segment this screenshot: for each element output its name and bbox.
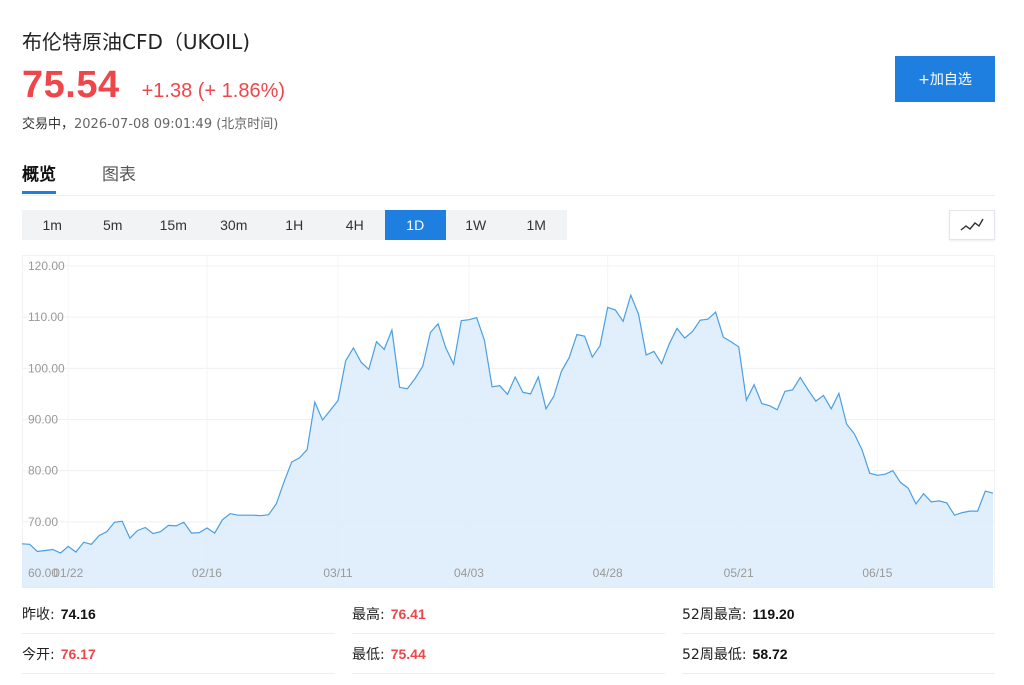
period-1h[interactable]: 1H xyxy=(264,210,325,240)
y-tick-label: 110.00 xyxy=(28,310,64,324)
stat-52w-high: 52周最高: 119.20 xyxy=(682,596,995,634)
x-tick-label: 03/11 xyxy=(323,566,352,580)
period-1w[interactable]: 1W xyxy=(446,210,507,240)
y-tick-label: 80.00 xyxy=(28,464,58,478)
x-tick-label: 04/03 xyxy=(454,566,484,580)
period-5m[interactable]: 5m xyxy=(83,210,144,240)
stat-label: 最高: xyxy=(352,607,385,623)
stat-label: 52周最低: xyxy=(682,647,747,663)
stat-value: 74.16 xyxy=(60,606,96,622)
active-tab-indicator xyxy=(22,191,56,194)
stat-label: 52周最高: xyxy=(682,607,747,623)
price-chart-svg: 60.0070.0080.0090.00100.00110.00120.0001… xyxy=(22,255,995,588)
x-tick-label: 06/15 xyxy=(862,566,892,580)
x-tick-label: 01/22 xyxy=(53,566,83,580)
period-15m[interactable]: 15m xyxy=(143,210,204,240)
period-1mo[interactable]: 1M xyxy=(506,210,567,240)
last-price: 75.54 xyxy=(22,64,120,106)
period-1m[interactable]: 1m xyxy=(22,210,83,240)
period-selector: 1m 5m 15m 30m 1H 4H 1D 1W 1M xyxy=(22,210,567,240)
line-chart-icon xyxy=(960,218,984,231)
price-chart[interactable]: 60.00 70.00 80.00 90.00 100.00 110.00 120.00 01… xyxy=(22,255,995,588)
price-row: 75.54 +1.38 (+ 1.86%) xyxy=(22,64,285,107)
stat-open: 今开: 76.17 xyxy=(22,636,335,674)
status-timestamp: 2026-07-08 09:01:49 xyxy=(74,117,213,132)
stat-value: 119.20 xyxy=(752,606,795,622)
trading-status: 交易中，2026-07-08 09:01:49 (北京时间) xyxy=(22,113,278,132)
stat-high: 最高: 76.41 xyxy=(352,596,665,634)
period-4h[interactable]: 4H xyxy=(325,210,386,240)
period-1d[interactable]: 1D xyxy=(385,210,446,240)
status-timezone: (北京时间) xyxy=(216,117,279,132)
add-watchlist-button[interactable]: +加自选 xyxy=(895,56,995,102)
y-tick-label: 70.00 xyxy=(28,515,58,529)
stat-value: 58.72 xyxy=(752,646,788,662)
period-30m[interactable]: 30m xyxy=(204,210,265,240)
tab-bar: 概览 图表 xyxy=(22,160,995,196)
y-tick-label: 90.00 xyxy=(28,413,58,427)
instrument-title: 布伦特原油CFD（UKOIL) xyxy=(22,30,251,54)
chart-type-toggle[interactable] xyxy=(949,210,995,240)
y-tick-label: 120.00 xyxy=(28,259,65,273)
price-change: +1.38 (+ 1.86%) xyxy=(141,80,286,102)
stat-52w-low: 52周最低: 58.72 xyxy=(682,636,995,674)
stat-label: 最低: xyxy=(352,647,385,663)
stat-label: 昨收: xyxy=(22,607,55,623)
status-label: 交易中， xyxy=(22,117,75,132)
stat-value: 75.44 xyxy=(390,646,426,662)
tab-chart[interactable]: 图表 xyxy=(102,160,136,185)
x-tick-label: 02/16 xyxy=(192,566,222,580)
stat-label: 今开: xyxy=(22,647,55,663)
x-tick-label: 04/28 xyxy=(593,566,623,580)
stat-low: 最低: 75.44 xyxy=(352,636,665,674)
stat-value: 76.17 xyxy=(60,646,96,662)
stat-value: 76.41 xyxy=(390,606,426,622)
stat-prev-close: 昨收: 74.16 xyxy=(22,596,335,634)
x-tick-label: 05/21 xyxy=(724,566,754,580)
tab-overview[interactable]: 概览 xyxy=(22,160,56,185)
price-area xyxy=(22,295,993,588)
y-tick-label: 100.00 xyxy=(28,361,65,375)
